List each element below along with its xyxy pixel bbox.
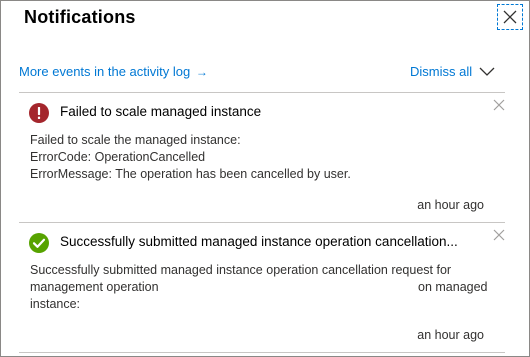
panel-header: Notifications: [1, 1, 529, 41]
notification-body-line: Failed to scale the managed instance:: [30, 133, 241, 147]
dismiss-notification-icon[interactable]: [493, 229, 505, 241]
divider: [19, 92, 505, 93]
notification-body-line: Successfully submitted managed instance …: [30, 263, 452, 277]
activity-log-link-label: More events in the activity log: [19, 64, 191, 79]
notification-card-error[interactable]: Failed to scale managed instance Failed …: [19, 99, 505, 221]
arrow-right-icon: →: [195, 65, 208, 79]
dismiss-all-button[interactable]: Dismiss all: [410, 64, 472, 79]
notification-body-line: management operation on managed: [30, 279, 510, 296]
notification-body-fragment: on managed: [418, 280, 488, 294]
notification-timestamp: an hour ago: [417, 328, 484, 342]
panel-title: Notifications: [24, 7, 136, 27]
notification-title: Successfully submitted managed instance …: [60, 234, 458, 249]
notification-body-line: instance:: [30, 297, 81, 311]
notification-card-success[interactable]: Successfully submitted managed instance …: [19, 229, 505, 349]
notification-body-line: ErrorMessage: The operation has been can…: [30, 167, 351, 181]
chevron-down-icon[interactable]: [478, 65, 496, 79]
dismiss-notification-icon[interactable]: [493, 99, 505, 111]
notification-body-line: ErrorCode: OperationCancelled: [30, 150, 206, 164]
divider: [19, 222, 505, 223]
activity-log-link[interactable]: More events in the activity log →: [19, 64, 208, 79]
notification-title: Failed to scale managed instance: [60, 104, 262, 119]
notification-body: Successfully submitted managed instance …: [30, 262, 510, 313]
divider: [19, 352, 505, 353]
success-icon: [29, 233, 49, 253]
notification-body: Failed to scale the managed instance: Er…: [30, 132, 351, 183]
notification-timestamp: an hour ago: [417, 198, 484, 212]
notifications-panel: Notifications More events in the activit…: [0, 0, 530, 357]
notification-body-fragment: management operation: [30, 280, 159, 294]
close-panel-button[interactable]: [497, 4, 523, 30]
close-icon: [503, 10, 517, 24]
notifications-toolbar: More events in the activity log → Dismis…: [1, 59, 529, 85]
error-icon: [29, 103, 49, 123]
